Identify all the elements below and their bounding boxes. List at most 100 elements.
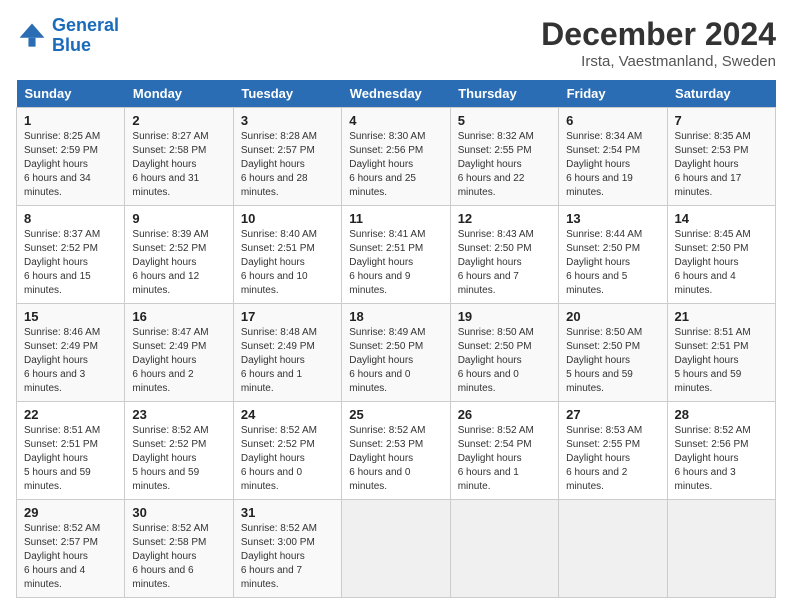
day-info: Sunrise: 8:25 AMSunset: 2:59 PMDaylight …: [24, 131, 100, 198]
calendar-week-4: 22 Sunrise: 8:51 AMSunset: 2:51 PMDayligh…: [17, 402, 776, 500]
day-info: Sunrise: 8:51 AMSunset: 2:51 PMDaylight …: [675, 327, 751, 394]
calendar-cell: 10 Sunrise: 8:40 AMSunset: 2:51 PMDayligh…: [233, 206, 341, 304]
day-info: Sunrise: 8:52 AMSunset: 2:57 PMDaylight …: [24, 523, 100, 590]
day-number: 20: [566, 309, 659, 324]
day-info: Sunrise: 8:48 AMSunset: 2:49 PMDaylight …: [241, 327, 317, 394]
day-info: Sunrise: 8:47 AMSunset: 2:49 PMDaylight …: [132, 327, 208, 394]
day-info: Sunrise: 8:52 AMSunset: 2:52 PMDaylight …: [241, 425, 317, 492]
logo-line2: Blue: [52, 35, 91, 55]
logo-text: General Blue: [52, 16, 119, 56]
calendar-cell: 6 Sunrise: 8:34 AMSunset: 2:54 PMDaylight…: [559, 108, 667, 206]
day-info: Sunrise: 8:51 AMSunset: 2:51 PMDaylight …: [24, 425, 100, 492]
day-info: Sunrise: 8:49 AMSunset: 2:50 PMDaylight …: [349, 327, 425, 394]
calendar-cell: 18 Sunrise: 8:49 AMSunset: 2:50 PMDayligh…: [342, 304, 450, 402]
day-number: 13: [566, 211, 659, 226]
calendar-cell: 26 Sunrise: 8:52 AMSunset: 2:54 PMDayligh…: [450, 402, 558, 500]
logo-icon: [16, 20, 48, 52]
day-number: 6: [566, 113, 659, 128]
day-number: 17: [241, 309, 334, 324]
calendar-week-5: 29Sunrise: 8:52 AMSunset: 2:57 PMDayligh…: [17, 500, 776, 598]
header: General Blue December 2024 Irsta, Vaestm…: [16, 16, 776, 70]
day-number: 23: [132, 407, 225, 422]
calendar-cell: 23 Sunrise: 8:52 AMSunset: 2:52 PMDayligh…: [125, 402, 233, 500]
day-number: 28: [675, 407, 768, 422]
day-number: 14: [675, 211, 768, 226]
calendar-week-1: 1 Sunrise: 8:25 AMSunset: 2:59 PMDaylight…: [17, 108, 776, 206]
day-info: Sunrise: 8:52 AMSunset: 3:00 PMDaylight …: [241, 523, 317, 590]
calendar-cell: 2 Sunrise: 8:27 AMSunset: 2:58 PMDaylight…: [125, 108, 233, 206]
calendar-cell: 4 Sunrise: 8:30 AMSunset: 2:56 PMDaylight…: [342, 108, 450, 206]
day-info: Sunrise: 8:40 AMSunset: 2:51 PMDaylight …: [241, 229, 317, 296]
calendar-cell: 7Sunrise: 8:35 AMSunset: 2:53 PMDaylight…: [667, 108, 775, 206]
day-number: 15: [24, 309, 117, 324]
day-info: Sunrise: 8:34 AMSunset: 2:54 PMDaylight …: [566, 131, 642, 198]
day-info: Sunrise: 8:52 AMSunset: 2:54 PMDaylight …: [458, 425, 534, 492]
calendar-cell: 8Sunrise: 8:37 AMSunset: 2:52 PMDaylight…: [17, 206, 125, 304]
month-title: December 2024: [541, 16, 776, 53]
calendar-cell: 16 Sunrise: 8:47 AMSunset: 2:49 PMDayligh…: [125, 304, 233, 402]
logo: General Blue: [16, 16, 119, 56]
calendar-cell: 27Sunrise: 8:53 AMSunset: 2:55 PMDayligh…: [559, 402, 667, 500]
day-info: Sunrise: 8:39 AMSunset: 2:52 PMDaylight …: [132, 229, 208, 296]
calendar-cell: 30Sunrise: 8:52 AMSunset: 2:58 PMDayligh…: [125, 500, 233, 598]
weekday-header-row: SundayMondayTuesdayWednesdayThursdayFrid…: [17, 80, 776, 108]
day-number: 26: [458, 407, 551, 422]
day-number: 21: [675, 309, 768, 324]
day-number: 1: [24, 113, 117, 128]
day-number: 10: [241, 211, 334, 226]
day-info: Sunrise: 8:46 AMSunset: 2:49 PMDaylight …: [24, 327, 100, 394]
calendar-week-2: 8Sunrise: 8:37 AMSunset: 2:52 PMDaylight…: [17, 206, 776, 304]
day-info: Sunrise: 8:50 AMSunset: 2:50 PMDaylight …: [458, 327, 534, 394]
day-number: 4: [349, 113, 442, 128]
calendar-cell: 19 Sunrise: 8:50 AMSunset: 2:50 PMDayligh…: [450, 304, 558, 402]
day-info: Sunrise: 8:41 AMSunset: 2:51 PMDaylight …: [349, 229, 425, 296]
calendar-cell: 3 Sunrise: 8:28 AMSunset: 2:57 PMDaylight…: [233, 108, 341, 206]
calendar-cell: 1 Sunrise: 8:25 AMSunset: 2:59 PMDaylight…: [17, 108, 125, 206]
calendar-cell: 17 Sunrise: 8:48 AMSunset: 2:49 PMDayligh…: [233, 304, 341, 402]
day-info: Sunrise: 8:30 AMSunset: 2:56 PMDaylight …: [349, 131, 425, 198]
calendar-cell: 13Sunrise: 8:44 AMSunset: 2:50 PMDayligh…: [559, 206, 667, 304]
day-number: 19: [458, 309, 551, 324]
day-number: 24: [241, 407, 334, 422]
day-number: 16: [132, 309, 225, 324]
weekday-header-wednesday: Wednesday: [342, 80, 450, 108]
calendar-cell: 29Sunrise: 8:52 AMSunset: 2:57 PMDayligh…: [17, 500, 125, 598]
weekday-header-saturday: Saturday: [667, 80, 775, 108]
day-number: 30: [132, 505, 225, 520]
day-info: Sunrise: 8:28 AMSunset: 2:57 PMDaylight …: [241, 131, 317, 198]
day-info: Sunrise: 8:43 AMSunset: 2:50 PMDaylight …: [458, 229, 534, 296]
calendar-table: SundayMondayTuesdayWednesdayThursdayFrid…: [16, 80, 776, 598]
weekday-header-sunday: Sunday: [17, 80, 125, 108]
weekday-header-tuesday: Tuesday: [233, 80, 341, 108]
day-info: Sunrise: 8:27 AMSunset: 2:58 PMDaylight …: [132, 131, 208, 198]
title-area: December 2024 Irsta, Vaestmanland, Swede…: [541, 16, 776, 70]
calendar-cell: [559, 500, 667, 598]
day-info: Sunrise: 8:52 AMSunset: 2:53 PMDaylight …: [349, 425, 425, 492]
day-info: Sunrise: 8:52 AMSunset: 2:56 PMDaylight …: [675, 425, 751, 492]
day-info: Sunrise: 8:45 AMSunset: 2:50 PMDaylight …: [675, 229, 751, 296]
weekday-header-thursday: Thursday: [450, 80, 558, 108]
calendar-cell: 21 Sunrise: 8:51 AMSunset: 2:51 PMDayligh…: [667, 304, 775, 402]
day-number: 3: [241, 113, 334, 128]
calendar-cell: 9 Sunrise: 8:39 AMSunset: 2:52 PMDaylight…: [125, 206, 233, 304]
day-info: Sunrise: 8:35 AMSunset: 2:53 PMDaylight …: [675, 131, 751, 198]
calendar-cell: [342, 500, 450, 598]
calendar-cell: [450, 500, 558, 598]
day-number: 18: [349, 309, 442, 324]
calendar-cell: 5Sunrise: 8:32 AMSunset: 2:55 PMDaylight…: [450, 108, 558, 206]
calendar-cell: [667, 500, 775, 598]
day-number: 22: [24, 407, 117, 422]
day-number: 9: [132, 211, 225, 226]
weekday-header-monday: Monday: [125, 80, 233, 108]
calendar-cell: 25Sunrise: 8:52 AMSunset: 2:53 PMDayligh…: [342, 402, 450, 500]
calendar-cell: 28 Sunrise: 8:52 AMSunset: 2:56 PMDayligh…: [667, 402, 775, 500]
day-number: 27: [566, 407, 659, 422]
day-number: 8: [24, 211, 117, 226]
day-number: 2: [132, 113, 225, 128]
calendar-cell: 12Sunrise: 8:43 AMSunset: 2:50 PMDayligh…: [450, 206, 558, 304]
calendar-week-3: 15 Sunrise: 8:46 AMSunset: 2:49 PMDayligh…: [17, 304, 776, 402]
day-info: Sunrise: 8:32 AMSunset: 2:55 PMDaylight …: [458, 131, 534, 198]
day-info: Sunrise: 8:52 AMSunset: 2:52 PMDaylight …: [132, 425, 208, 492]
calendar-cell: 11Sunrise: 8:41 AMSunset: 2:51 PMDayligh…: [342, 206, 450, 304]
calendar-cell: 31Sunrise: 8:52 AMSunset: 3:00 PMDayligh…: [233, 500, 341, 598]
